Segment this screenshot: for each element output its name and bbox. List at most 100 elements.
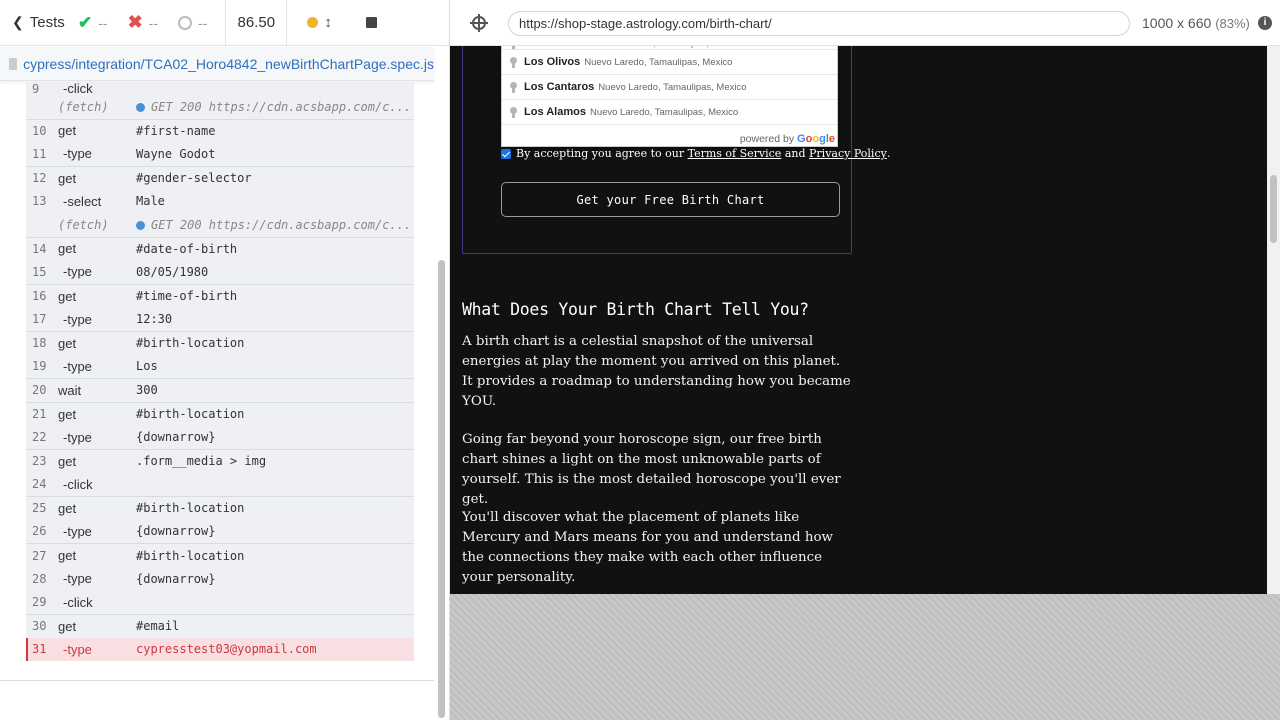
pending-stat[interactable]: -- (168, 0, 217, 46)
command-row[interactable]: 23 get .form__media > img (26, 448, 414, 473)
info-icon[interactable]: i (1258, 16, 1272, 30)
tests-button[interactable]: ❮ Tests (0, 0, 68, 46)
pending-circle-icon (178, 15, 192, 30)
fetch-log-row[interactable]: (fetch) GET 200 https://cdn.acsbapp.com/c… (26, 212, 414, 237)
tests-label: Tests (29, 14, 65, 31)
command-name: get (58, 618, 77, 634)
command-message: {downarrow} (136, 430, 216, 445)
fetch-log-row[interactable]: (fetch) GET 200 https://cdn.acsbapp.com/c… (26, 95, 414, 119)
command-row[interactable]: 29 -click (26, 590, 414, 615)
command-row[interactable]: 31 -type cypresstest03@yopmail.com (26, 637, 414, 662)
command-message: #gender-selector (136, 171, 252, 186)
command-row[interactable]: 20 wait 300 (26, 378, 414, 402)
terms-checkbox[interactable] (501, 148, 511, 159)
command-name: -type (63, 311, 92, 327)
command-message: cypresstest03@yopmail.com (136, 642, 317, 657)
command-number: 17 (32, 312, 47, 327)
command-name: -type (63, 641, 92, 657)
command-message: 300 (136, 383, 158, 398)
paragraph-planets: You'll discover what the placement of pl… (462, 510, 834, 585)
aut-header: https://shop-stage.astrology.com/birth-c… (450, 0, 1280, 46)
passed-stat[interactable]: ✔ -- (68, 0, 118, 46)
command-name: -type (63, 264, 92, 280)
command-row[interactable]: 24 -click (26, 472, 414, 497)
command-number: 14 (32, 241, 47, 256)
command-name: get (58, 241, 77, 257)
command-row[interactable]: 21 get #birth-location (26, 401, 414, 426)
command-row[interactable]: 17 -type 12:30 (26, 307, 414, 331)
command-row[interactable]: 16 get #time-of-birth (26, 283, 414, 308)
command-row[interactable]: 10 get #first-name (26, 118, 414, 143)
aut-scrollbar[interactable] (1270, 175, 1277, 243)
pending-count: -- (198, 14, 208, 31)
reporter-header: ❮ Tests ✔ -- ✖ -- -- 86.50 ↕ (0, 0, 450, 46)
location-pin-icon (509, 81, 518, 93)
command-number: 25 (32, 501, 47, 516)
command-row[interactable]: 13 -select Male (26, 189, 414, 213)
viewport-size: 1000 x 660 (1142, 15, 1212, 31)
powered-by-google: powered by Google (739, 133, 835, 145)
privacy-policy-link[interactable]: Privacy Policy (809, 147, 887, 160)
section-heading: What Does Your Birth Chart Tell You? (462, 300, 809, 319)
command-row[interactable]: 19 -type Los (26, 354, 414, 379)
spec-file-bar[interactable]: cypress/integration/TCA02_Horo4842_newBi… (0, 47, 434, 81)
command-row[interactable]: 15 -type 08/05/1980 (26, 260, 414, 284)
command-row[interactable]: 27 get #birth-location (26, 543, 414, 567)
request-status-dot-icon (136, 220, 145, 230)
option-secondary-text: Nuevo Laredo, Tamaulipas, Mexico (584, 56, 733, 68)
autocomplete-option[interactable]: Los Olivos Nuevo Laredo, Tamaulipas, Mexi… (502, 50, 837, 75)
failed-count: -- (148, 14, 158, 31)
command-message: #first-name (136, 123, 216, 138)
terms-consent: By accepting you agree to our Terms of S… (501, 147, 890, 160)
google-logo: Google (797, 133, 835, 145)
stop-button[interactable] (365, 17, 377, 28)
autocomplete-option[interactable]: Los Cantaros Nuevo Laredo, Tamaulipas, Me… (502, 75, 837, 100)
file-icon (9, 57, 18, 70)
command-row[interactable]: 9 -click (26, 81, 414, 96)
auto-scroll-toggle-icon[interactable]: ↕ (324, 14, 332, 31)
url-text: https://shop-stage.astrology.com/birth-c… (519, 16, 772, 31)
command-message: #date-of-birth (136, 241, 238, 256)
command-row[interactable]: 12 get #gender-selector (26, 165, 414, 190)
get-birth-chart-button[interactable]: Get your Free Birth Chart (501, 182, 840, 217)
viewport-info[interactable]: 1000 x 660 (83%) (1142, 15, 1250, 31)
command-row[interactable]: 22 -type {downarrow} (26, 425, 414, 449)
selector-playground-icon[interactable] (470, 13, 488, 32)
command-message: GET 200 https://cdn.acsbapp.com/c... (136, 100, 414, 114)
location-pin-icon (509, 46, 518, 49)
command-name: wait (58, 382, 82, 398)
command-row[interactable]: 26 -type {downarrow} (26, 519, 414, 544)
command-row[interactable]: 14 get #date-of-birth (26, 236, 414, 261)
command-message: #birth-location (136, 336, 245, 351)
command-message: #email (136, 619, 180, 634)
command-row[interactable]: 11 -type Wayne Godot (26, 142, 414, 166)
autocomplete-option[interactable]: Los Alamos Nuevo Laredo, Tamaulipas, Mexi… (502, 100, 837, 125)
reporter-scrollbar[interactable] (438, 260, 445, 718)
url-bar[interactable]: https://shop-stage.astrology.com/birth-c… (508, 11, 1130, 36)
command-name: get (58, 406, 77, 422)
command-name: (fetch) (58, 99, 109, 114)
terms-of-service-link[interactable]: Terms of Service (688, 147, 782, 160)
location-autocomplete-dropdown: Los Encinos Nuevo Laredo, Tamaulipas, Mex… (501, 46, 838, 147)
command-row[interactable]: 18 get #birth-location (26, 330, 414, 355)
passed-count: -- (98, 14, 108, 31)
command-name: -click (63, 476, 93, 492)
command-row[interactable]: 25 get #birth-location (26, 496, 414, 520)
command-number: 20 (32, 383, 47, 398)
command-name: -type (63, 523, 92, 539)
command-number: 22 (32, 430, 47, 445)
birth-chart-form: Los Encinos Nuevo Laredo, Tamaulipas, Mex… (462, 46, 890, 254)
command-message: Los (136, 359, 158, 374)
command-name: -type (63, 146, 92, 162)
failed-stat[interactable]: ✖ -- (118, 0, 168, 46)
command-number: 28 (32, 571, 47, 586)
command-name: -type (63, 358, 92, 374)
duration: 86.50 (225, 0, 288, 46)
running-indicator-icon (307, 17, 319, 28)
command-row[interactable]: 30 get #email (26, 614, 414, 638)
fetch-url: GET 200 https://cdn.acsbapp.com/c... (151, 99, 412, 114)
command-row[interactable]: 28 -type {downarrow} (26, 566, 414, 591)
command-number: 31 (32, 642, 47, 657)
command-number: 23 (32, 454, 47, 469)
spec-path[interactable]: cypress/integration/TCA02_Horo4842_newBi… (23, 56, 434, 72)
